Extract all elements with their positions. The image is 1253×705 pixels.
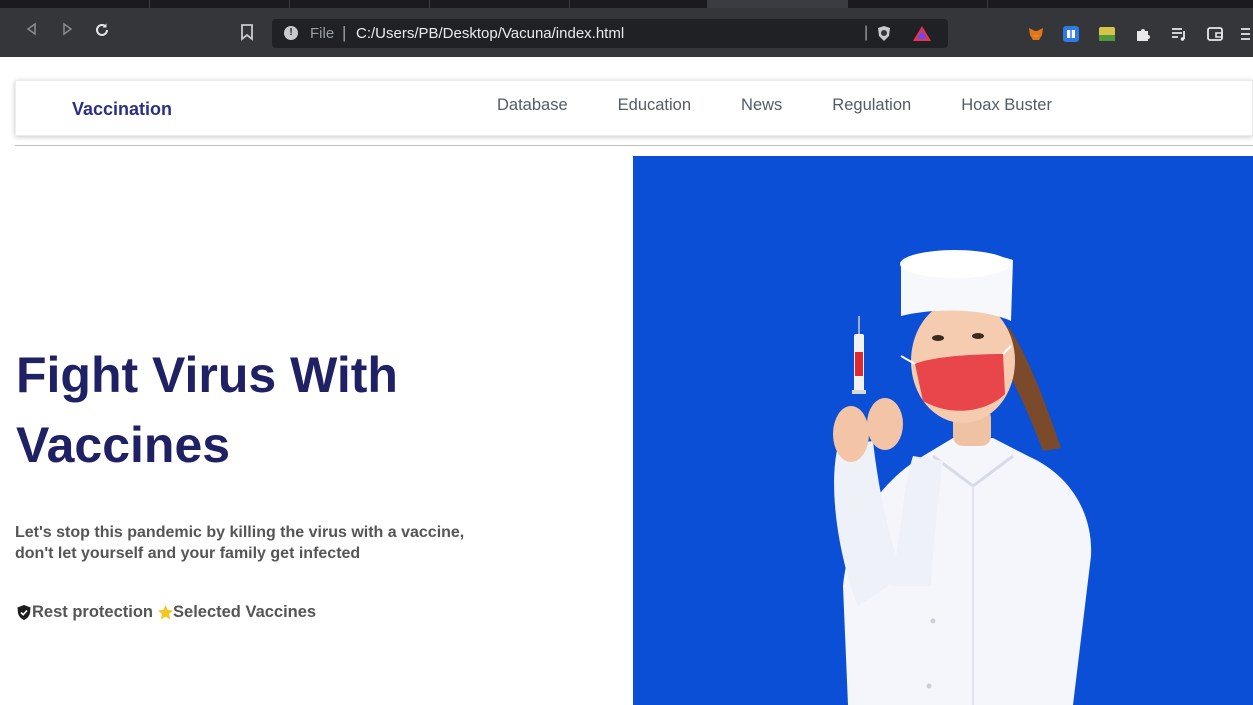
hero-title: Fight Virus With Vaccines: [16, 347, 398, 473]
notes-extension-icon[interactable]: [1098, 25, 1116, 43]
back-button[interactable]: [22, 22, 42, 42]
brave-shield-icon[interactable]: [876, 25, 892, 42]
brave-rewards-icon[interactable]: [912, 25, 932, 42]
address-bar[interactable]: ! File | C:/Users/PB/Desktop/Vacuna/inde…: [272, 19, 948, 48]
nav-link-education[interactable]: Education: [618, 96, 691, 115]
browser-tab[interactable]: [0, 0, 150, 8]
browser-tab[interactable]: [150, 0, 290, 8]
browser-toolbar: ! File | C:/Users/PB/Desktop/Vacuna/inde…: [0, 8, 1253, 57]
reload-button[interactable]: [92, 22, 112, 42]
address-bar-divider: |: [864, 24, 869, 41]
menu-icon[interactable]: [1240, 25, 1250, 43]
nav-link-database[interactable]: Database: [497, 96, 568, 115]
forward-arrow-icon: [63, 22, 73, 36]
forward-button[interactable]: [57, 22, 77, 42]
info-icon[interactable]: !: [284, 26, 298, 40]
extensions-puzzle-icon[interactable]: [1134, 25, 1152, 43]
metamask-extension-icon[interactable]: [1027, 25, 1045, 43]
nav-link-regulation[interactable]: Regulation: [832, 96, 911, 115]
wallet-icon[interactable]: [1206, 25, 1224, 43]
browser-tab[interactable]: [848, 0, 988, 8]
hero-features: Rest protection Selected Vaccines: [16, 603, 320, 622]
bookmark-button[interactable]: [240, 23, 258, 43]
feature-label: Selected Vaccines: [173, 603, 317, 621]
navbar-divider: [15, 145, 1253, 146]
url-scheme: File: [310, 25, 335, 42]
bookmark-icon: [241, 24, 253, 41]
reload-icon: [96, 23, 108, 36]
browser-tab[interactable]: [290, 0, 430, 8]
hero-image: [633, 156, 1253, 705]
feature-label: Rest protection: [32, 603, 154, 621]
browser-tab[interactable]: [570, 0, 708, 8]
browser-tab[interactable]: [430, 0, 570, 8]
nav-links: Database Education News Regulation Hoax …: [497, 96, 1102, 115]
url-text[interactable]: C:/Users/PB/Desktop/Vacuna/index.html: [356, 25, 624, 42]
url-separator: |: [342, 23, 347, 42]
nav-link-news[interactable]: News: [741, 96, 782, 115]
back-arrow-icon: [26, 22, 36, 36]
site-navbar: Vaccination Database Education News Regu…: [15, 80, 1253, 136]
nav-link-hoax-buster[interactable]: Hoax Buster: [961, 96, 1052, 115]
nurse-illustration: [633, 156, 1253, 705]
hero-subtitle: Let's stop this pandemic by killing the …: [15, 524, 465, 562]
brand-logo[interactable]: Vaccination: [72, 99, 172, 120]
reading-list-icon[interactable]: [1170, 25, 1188, 43]
shield-check-icon: [16, 604, 32, 621]
tab-strip: [0, 0, 1253, 8]
browser-tab-active[interactable]: [708, 0, 848, 8]
star-icon: [157, 604, 174, 621]
bitwarden-extension-icon[interactable]: [1062, 25, 1080, 43]
